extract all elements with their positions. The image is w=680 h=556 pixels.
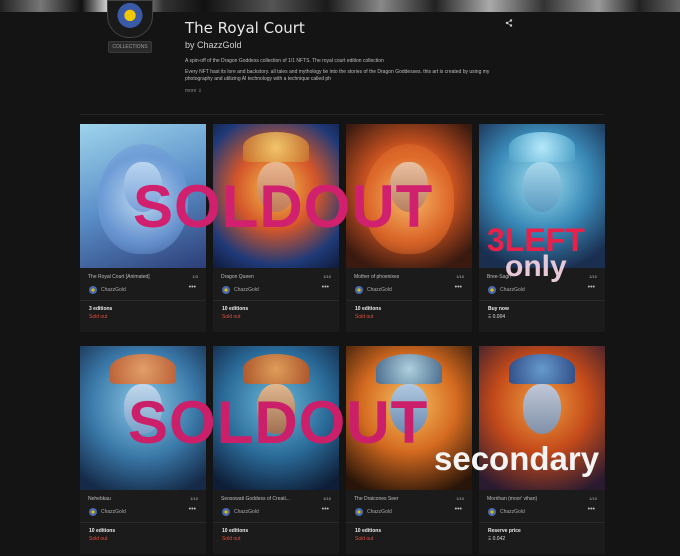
nft-count: 1/10 <box>323 274 331 279</box>
creator-avatar <box>355 508 363 516</box>
creator-avatar <box>89 508 97 516</box>
creator-name[interactable]: ChazzGold <box>500 287 525 293</box>
editions-label: 3 editions <box>89 306 113 312</box>
card-divider <box>213 522 339 523</box>
editions-label: 10 editions <box>89 528 116 534</box>
editions-label: 10 editions <box>222 306 249 312</box>
card-divider <box>346 300 472 301</box>
collection-title: The Royal Court <box>185 19 305 37</box>
more-options-icon[interactable]: ••• <box>588 506 595 513</box>
nft-name: Morrihan (moor' vihan) <box>487 496 538 502</box>
status-label: Sold out <box>355 314 374 320</box>
nft-count: 1/10 <box>323 496 331 501</box>
editions-label: 10 editions <box>355 528 382 534</box>
nft-name: Mother of phoenixes <box>354 274 400 280</box>
nft-count: 1/10 <box>589 274 597 279</box>
price-label: Ξ 0.042 <box>488 536 506 542</box>
more-options-icon[interactable]: ••• <box>588 284 595 291</box>
status-label: Sold out <box>222 536 241 542</box>
creator-name[interactable]: ChazzGold <box>500 509 525 515</box>
description-body: Every NFT hast its lore and backstory. a… <box>185 69 490 82</box>
creator-avatar <box>355 286 363 294</box>
editions-label: Reserve price <box>488 528 521 534</box>
collections-button[interactable]: COLLECTIONS <box>108 41 152 53</box>
secondary-overlay: secondary <box>434 440 600 477</box>
card-divider <box>80 522 206 523</box>
card-divider <box>479 522 605 523</box>
creator-name[interactable]: ChazzGold <box>234 509 259 515</box>
nft-name: The Royal Court [Animated] <box>88 274 150 280</box>
more-options-icon[interactable]: ••• <box>322 284 329 291</box>
card-divider <box>346 522 472 523</box>
only-overlay: only <box>505 250 567 283</box>
more-options-icon[interactable]: ••• <box>189 506 196 513</box>
status-label: Sold out <box>222 314 241 320</box>
creator-avatar <box>222 286 230 294</box>
more-options-icon[interactable]: ••• <box>455 284 462 291</box>
creator-name[interactable]: ChazzGold <box>367 287 392 293</box>
collection-banner <box>0 0 680 12</box>
more-options-icon[interactable]: ••• <box>455 506 462 513</box>
nft-name: Nehebkau <box>88 496 111 502</box>
description-line: A spin-off of the Dragon Goddess collect… <box>185 58 384 64</box>
nft-count: 1/10 <box>456 274 464 279</box>
nft-name: Seosowati Goddess of Creati... <box>221 496 290 502</box>
nft-count: 1/3 <box>192 274 198 279</box>
share-icon[interactable] <box>505 19 513 29</box>
soldout-overlay-bottom: SOLDOUT <box>128 389 429 456</box>
creator-name[interactable]: ChazzGold <box>101 509 126 515</box>
creator-avatar <box>89 286 97 294</box>
creator-name[interactable]: ChazzGold <box>234 287 259 293</box>
price-label: Ξ 0.004 <box>488 314 506 320</box>
card-divider <box>479 300 605 301</box>
nft-count: 1/10 <box>456 496 464 501</box>
editions-label: Buy now <box>488 306 509 312</box>
nft-name: Dragon Queen <box>221 274 254 280</box>
editions-label: 10 editions <box>222 528 249 534</box>
creator-avatar <box>488 508 496 516</box>
editions-label: 10 editions <box>355 306 382 312</box>
nft-name: The Draicones Seer <box>354 496 399 502</box>
soldout-overlay-top: SOLDOUT <box>133 173 434 240</box>
collection-avatar[interactable] <box>107 0 153 38</box>
status-label: Sold out <box>89 314 108 320</box>
status-label: Sold out <box>355 536 374 542</box>
nft-count: 1/10 <box>190 496 198 501</box>
divider <box>80 114 604 115</box>
status-label: Sold out <box>89 536 108 542</box>
more-link[interactable]: more ⇓ <box>185 88 202 94</box>
more-options-icon[interactable]: ••• <box>189 284 196 291</box>
card-divider <box>80 300 206 301</box>
card-divider <box>213 300 339 301</box>
collection-byline[interactable]: by ChazzGold <box>185 40 242 50</box>
nft-count: 1/10 <box>589 496 597 501</box>
creator-avatar <box>222 508 230 516</box>
creator-avatar <box>488 286 496 294</box>
more-options-icon[interactable]: ••• <box>322 506 329 513</box>
creator-name[interactable]: ChazzGold <box>101 287 126 293</box>
creator-name[interactable]: ChazzGold <box>367 509 392 515</box>
